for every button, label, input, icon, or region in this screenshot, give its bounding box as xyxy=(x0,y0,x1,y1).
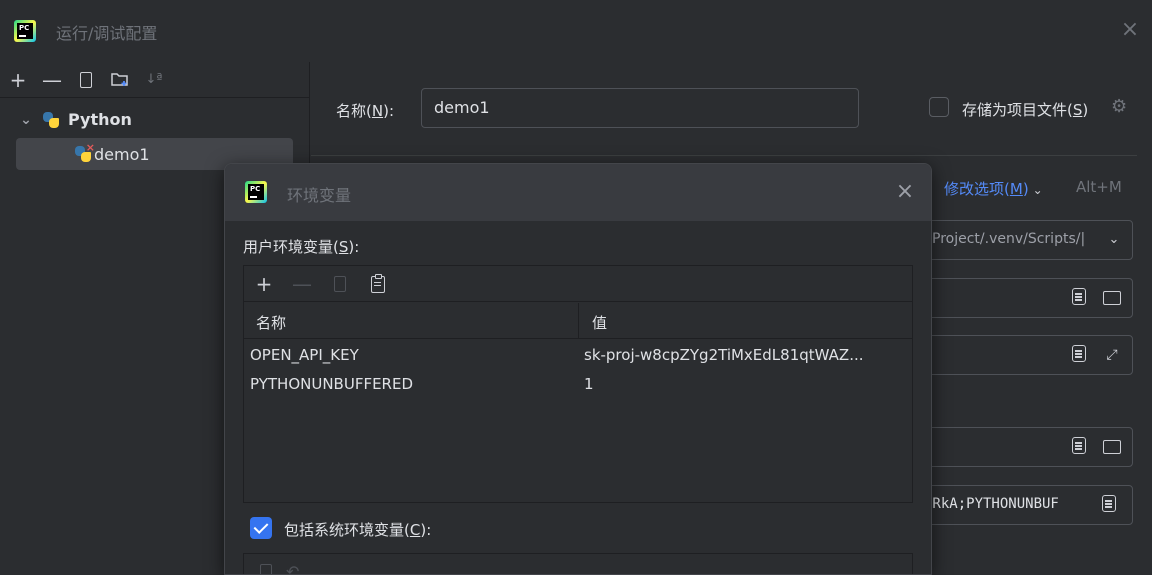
interpreter-path: Project/.venv/Scripts/| xyxy=(932,231,1086,247)
tree-group-label: Python xyxy=(68,110,132,129)
environment-variables-field[interactable]: tRkA;PYTHONUNBUF xyxy=(911,485,1133,525)
document-icon[interactable] xyxy=(1072,437,1086,454)
add-icon[interactable]: + xyxy=(254,274,274,294)
column-divider[interactable] xyxy=(578,303,579,339)
modify-options-shortcut: Alt+M xyxy=(1076,178,1122,196)
environment-variables-value: tRkA;PYTHONUNBUF xyxy=(924,496,1059,512)
store-as-project-file-checkbox[interactable] xyxy=(929,97,949,117)
copy-icon[interactable] xyxy=(76,70,96,90)
tree-item-label: demo1 xyxy=(94,144,150,164)
env-value-cell[interactable]: sk-proj-w8cpZYg2TiMxEdL81qtWAZ... xyxy=(584,346,910,364)
add-icon[interactable]: + xyxy=(8,70,28,90)
name-input[interactable]: demo1 xyxy=(421,88,859,128)
copy-icon[interactable] xyxy=(330,274,350,294)
table-row[interactable]: PYTHONUNBUFFERED 1 xyxy=(244,370,912,399)
gear-icon[interactable]: ⚙ xyxy=(1111,96,1127,117)
expand-icon[interactable]: ⤢ xyxy=(1102,345,1122,365)
document-icon[interactable] xyxy=(1072,288,1086,305)
system-env-toolbar: ↶ xyxy=(256,562,299,574)
env-table-header: 名称 值 xyxy=(244,303,912,339)
environment-variables-dialog: PC 环境变量 × 用户环境变量(S): + — 名称 值 OPEN_API_K… xyxy=(224,163,932,575)
chevron-down-icon: ⌄ xyxy=(1108,232,1120,247)
remove-icon[interactable]: — xyxy=(42,70,62,90)
folder-icon[interactable] xyxy=(1103,291,1121,305)
new-folder-icon[interactable] xyxy=(110,70,130,90)
tree-toolbar: + — ↓ª xyxy=(0,62,309,98)
system-env-table: ↶ xyxy=(243,553,913,574)
modify-options-link[interactable]: 修改选项(M) ⌄ xyxy=(944,178,1043,199)
column-header-name[interactable]: 名称 xyxy=(256,312,286,333)
table-row[interactable]: OPEN_API_KEY sk-proj-w8cpZYg2TiMxEdL81qt… xyxy=(244,341,912,370)
edit-env-icon[interactable] xyxy=(1102,495,1116,512)
divider xyxy=(311,155,1137,156)
close-icon[interactable]: × xyxy=(893,180,917,204)
include-system-env-checkbox[interactable] xyxy=(250,517,272,539)
chevron-down-icon: ⌄ xyxy=(1032,183,1043,197)
env-value-cell[interactable]: 1 xyxy=(584,375,910,393)
pycharm-logo-icon: PC xyxy=(245,181,267,203)
env-dialog-title: 环境变量 xyxy=(287,186,352,205)
env-dialog-title-bar: PC 环境变量 × xyxy=(225,164,931,221)
env-name-cell[interactable]: PYTHONUNBUFFERED xyxy=(250,375,570,393)
name-label: 名称(N): xyxy=(336,102,394,120)
include-system-env-label: 包括系统环境变量(C): xyxy=(284,521,432,539)
column-header-value[interactable]: 值 xyxy=(592,312,607,333)
run-debug-config-window: PC 运行/调试配置 × + — ↓ª ⌄ Python × demo1 名称(… xyxy=(0,0,1152,575)
folder-icon[interactable] xyxy=(1103,440,1121,454)
copy-icon[interactable] xyxy=(256,562,272,574)
interpreter-dropdown[interactable]: Project/.venv/Scripts/| ⌄ xyxy=(911,220,1133,260)
store-as-project-file-label: 存储为项目文件(S) xyxy=(962,101,1089,119)
env-name-cell[interactable]: OPEN_API_KEY xyxy=(250,346,570,364)
python-icon xyxy=(42,111,60,129)
close-icon[interactable]: × xyxy=(1118,18,1142,42)
paste-icon[interactable] xyxy=(368,273,388,294)
sort-icon[interactable]: ↓ª xyxy=(144,70,164,90)
env-table-toolbar: + — xyxy=(244,266,912,302)
remove-icon[interactable]: — xyxy=(292,274,312,294)
script-path-field[interactable] xyxy=(911,278,1133,318)
working-directory-field[interactable] xyxy=(911,427,1133,467)
tree-group-python[interactable]: ⌄ Python xyxy=(18,110,132,129)
parameters-field[interactable]: ⤢ xyxy=(911,335,1133,375)
python-config-error-icon: × xyxy=(74,141,95,163)
undo-icon[interactable]: ↶ xyxy=(286,562,299,574)
main-dialog-title: 运行/调试配置 xyxy=(56,24,158,43)
chevron-down-icon[interactable]: ⌄ xyxy=(18,112,34,128)
user-env-table: + — 名称 值 OPEN_API_KEY sk-proj-w8cpZYg2Ti… xyxy=(243,265,913,503)
pycharm-logo-icon: PC xyxy=(14,20,36,42)
main-title-bar: PC 运行/调试配置 × xyxy=(0,0,1152,62)
document-icon[interactable] xyxy=(1072,345,1086,362)
user-env-label: 用户环境变量(S): xyxy=(243,238,360,256)
